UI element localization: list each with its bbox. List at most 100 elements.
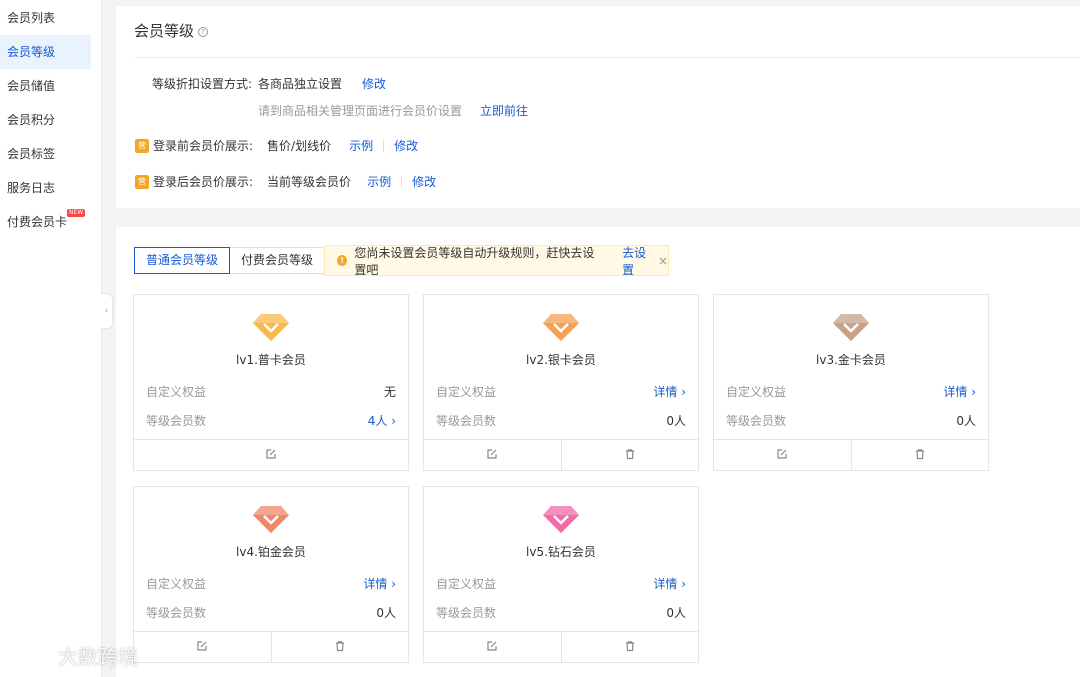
level-gem-icon bbox=[543, 506, 579, 533]
after-login-edit-link[interactable]: 修改 bbox=[412, 173, 436, 190]
sidebar-item-service-log[interactable]: 服务日志 bbox=[0, 171, 101, 205]
trash-icon bbox=[624, 640, 636, 655]
marketing-tag-icon: 营 bbox=[135, 174, 149, 189]
sidebar: 会员列表 会员等级 会员储值 会员积分 会员标签 服务日志 付费会员卡 NEW bbox=[0, 0, 102, 677]
edit-level-button[interactable] bbox=[424, 440, 561, 470]
benefit-row: 自定义权益 无 bbox=[146, 383, 396, 400]
sidebar-item-member-points[interactable]: 会员积分 bbox=[0, 103, 101, 137]
trash-icon bbox=[914, 448, 926, 463]
benefit-label: 自定义权益 bbox=[436, 385, 497, 399]
discount-hint-text: 请到商品相关管理页面进行会员价设置 bbox=[258, 104, 463, 118]
level-card: lv4.铂金会员自定义权益 详情 › 等级会员数 0人 bbox=[133, 486, 409, 663]
edit-icon bbox=[776, 448, 788, 463]
card-actions bbox=[424, 631, 698, 662]
member-count-row: 等级会员数 4人 › bbox=[146, 412, 396, 429]
level-card: lv1.普卡会员 自定义权益 无等级会员数 4人 › bbox=[133, 294, 409, 471]
member-count-label: 等级会员数 bbox=[146, 606, 207, 620]
member-count-label: 等级会员数 bbox=[436, 414, 497, 428]
page-title-text: 会员等级 bbox=[134, 22, 195, 40]
level-type-tabs: 普通会员等级 付费会员等级 bbox=[134, 247, 326, 274]
go-now-link[interactable]: 立即前往 bbox=[480, 102, 528, 119]
upgrade-rule-notice: ! 您尚未设置会员等级自动升级规则，赶快去设置吧 去设置 × bbox=[324, 244, 669, 278]
divider bbox=[383, 139, 385, 152]
benefit-row: 自定义权益 详情 › bbox=[726, 383, 976, 400]
member-count-row: 等级会员数 0人 bbox=[726, 412, 976, 429]
member-count-label: 等级会员数 bbox=[436, 606, 497, 620]
after-login-example-link[interactable]: 示例 bbox=[367, 173, 391, 190]
level-card: lv2.银卡会员自定义权益 详情 › 等级会员数 0人 bbox=[423, 294, 699, 471]
before-login-edit-link[interactable]: 修改 bbox=[394, 137, 418, 154]
levels-panel: 普通会员等级 付费会员等级 ! 您尚未设置会员等级自动升级规则，赶快去设置吧 去… bbox=[116, 227, 1080, 677]
sidebar-item-member-stored-value[interactable]: 会员储值 bbox=[0, 69, 101, 103]
edit-icon bbox=[486, 640, 498, 655]
level-name: lv4.铂金会员 bbox=[236, 545, 306, 559]
delete-level-button[interactable] bbox=[270, 632, 409, 662]
divider bbox=[401, 175, 403, 188]
tab-regular-levels[interactable]: 普通会员等级 bbox=[134, 247, 231, 274]
discount-setting-label: 等级折扣设置方式: bbox=[152, 77, 253, 91]
after-login-price-value: 当前等级会员价 bbox=[267, 175, 352, 189]
edit-icon bbox=[265, 448, 277, 463]
benefit-value[interactable]: 详情 › bbox=[653, 575, 686, 592]
card-actions bbox=[714, 439, 988, 470]
benefit-row: 自定义权益 详情 › bbox=[146, 575, 396, 592]
before-login-price-row: 营 登录前会员价展示: 售价/划线价 示例 修改 bbox=[135, 137, 418, 154]
member-count-label: 等级会员数 bbox=[726, 414, 787, 428]
chevron-left-icon: ‹ bbox=[104, 306, 109, 316]
edit-icon bbox=[486, 448, 498, 463]
benefit-label: 自定义权益 bbox=[146, 385, 207, 399]
edit-level-button[interactable] bbox=[134, 440, 408, 470]
sidebar-item-member-level[interactable]: 会员等级 bbox=[0, 35, 91, 69]
level-gem-icon bbox=[833, 314, 869, 341]
member-count-value: 0人 bbox=[956, 414, 976, 428]
edit-level-button[interactable] bbox=[134, 632, 271, 662]
discount-edit-link[interactable]: 修改 bbox=[362, 75, 386, 92]
before-login-price-value: 售价/划线价 bbox=[267, 139, 332, 153]
before-login-price-label: 登录前会员价展示: bbox=[153, 139, 254, 153]
discount-setting-value: 各商品独立设置 bbox=[258, 77, 343, 91]
before-login-example-link[interactable]: 示例 bbox=[349, 137, 373, 154]
warning-icon: ! bbox=[337, 255, 348, 266]
benefit-row: 自定义权益 详情 › bbox=[436, 383, 686, 400]
card-actions bbox=[424, 439, 698, 470]
delete-level-button[interactable] bbox=[560, 632, 699, 662]
sidebar-item-member-tags[interactable]: 会员标签 bbox=[0, 137, 101, 171]
member-count-row: 等级会员数 0人 bbox=[146, 604, 396, 621]
benefit-label: 自定义权益 bbox=[436, 577, 497, 591]
benefit-value[interactable]: 详情 › bbox=[653, 383, 686, 400]
member-count-label: 等级会员数 bbox=[146, 414, 207, 428]
level-gem-icon bbox=[253, 314, 289, 341]
close-icon[interactable]: × bbox=[658, 254, 668, 268]
divider bbox=[134, 57, 1080, 58]
member-count-value: 0人 bbox=[666, 414, 686, 428]
sidebar-item-member-list[interactable]: 会员列表 bbox=[0, 1, 101, 35]
sidebar-collapse-handle[interactable]: ‹ bbox=[101, 293, 113, 329]
watermark: 大数跨境 bbox=[8, 641, 138, 670]
level-gem-icon bbox=[253, 506, 289, 533]
discount-setting-row: 等级折扣设置方式: 各商品独立设置 修改 bbox=[152, 75, 386, 92]
tab-paid-levels[interactable]: 付费会员等级 bbox=[230, 247, 326, 274]
discount-hint-row: 请到商品相关管理页面进行会员价设置 立即前往 bbox=[258, 102, 528, 119]
delete-level-button[interactable] bbox=[850, 440, 989, 470]
delete-level-button[interactable] bbox=[560, 440, 699, 470]
level-card: lv5.钻石会员 自定义权益 详情 › 等级会员数 0人 bbox=[423, 486, 699, 663]
benefit-value[interactable]: 详情 › bbox=[363, 575, 396, 592]
member-count-value: 0人 bbox=[666, 606, 686, 620]
edit-level-button[interactable] bbox=[714, 440, 851, 470]
level-card: lv3.金卡会员自定义权益 详情 › 等级会员数 0人 bbox=[713, 294, 989, 471]
level-name: lv2.银卡会员 bbox=[526, 353, 596, 367]
sidebar-item-paid-card[interactable]: 付费会员卡 NEW bbox=[0, 205, 101, 239]
help-icon[interactable]: ? bbox=[198, 27, 209, 37]
trash-icon bbox=[334, 640, 346, 655]
page-title: 会员等级? bbox=[134, 20, 209, 41]
marketing-tag-icon: 营 bbox=[135, 138, 149, 153]
trash-icon bbox=[624, 448, 636, 463]
edit-level-button[interactable] bbox=[424, 632, 561, 662]
benefit-label: 自定义权益 bbox=[146, 577, 207, 591]
benefit-value[interactable]: 详情 › bbox=[943, 383, 976, 400]
level-name: lv3.金卡会员 bbox=[816, 353, 886, 367]
go-setup-link[interactable]: 去设置 bbox=[622, 244, 656, 278]
member-count-value: 0人 bbox=[376, 606, 396, 620]
level-settings-panel: 会员等级? 等级折扣设置方式: 各商品独立设置 修改 请到商品相关管理页面进行会… bbox=[116, 6, 1080, 208]
member-count-value[interactable]: 4人 › bbox=[368, 412, 396, 429]
